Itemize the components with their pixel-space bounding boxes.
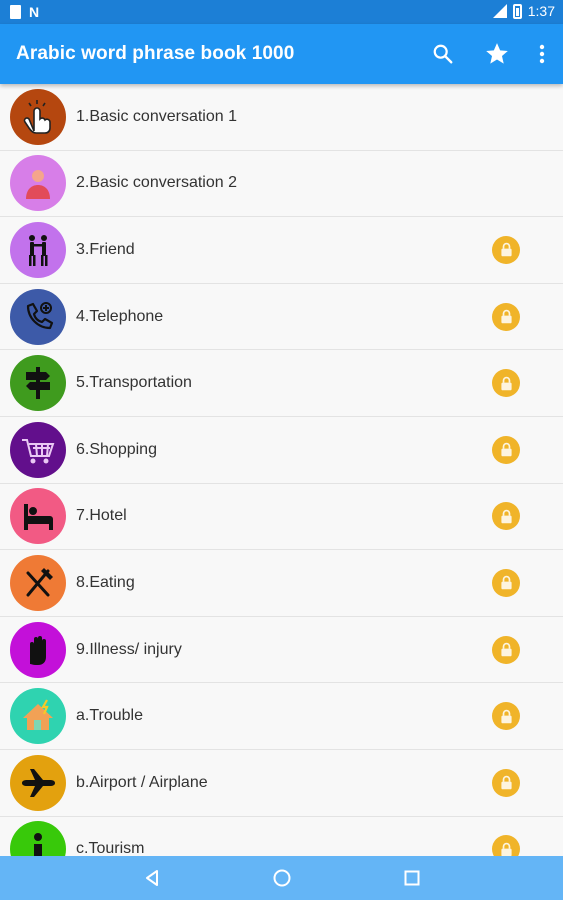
list-item-label: 5.Transportation: [76, 374, 192, 392]
lock-badge: [492, 435, 520, 464]
favorites-button[interactable]: [481, 38, 513, 70]
list-item-label: 9.Illness/ injury: [76, 640, 182, 658]
bed-icon: [10, 488, 66, 545]
list-item-label: 3.Friend: [76, 240, 135, 258]
list-item-label: 6.Shopping: [76, 440, 157, 458]
info-icon: [10, 821, 66, 856]
star-icon: [486, 43, 508, 64]
list-item[interactable]: 6.Shopping: [0, 416, 563, 484]
back-button[interactable]: [132, 858, 172, 898]
list-item-label: 2.Basic conversation 2: [76, 174, 237, 192]
more-vert-icon: [539, 44, 545, 64]
shopping-cart-icon: [10, 421, 66, 478]
lock-badge: [492, 635, 520, 664]
list-item-label: a.Trouble: [76, 707, 143, 725]
lock-badge: [492, 302, 520, 331]
app-title: Arabic word phrase book 1000: [16, 43, 295, 64]
lock-icon: [500, 309, 512, 324]
lock-icon: [500, 642, 512, 657]
list-item-label: 8.Eating: [76, 573, 135, 591]
list-item-label: 7.Hotel: [76, 507, 127, 525]
list-item-label: b.Airport / Airplane: [76, 773, 208, 791]
lock-icon: [500, 709, 512, 723]
category-list[interactable]: 1.Basic conversation 1 2.Basic conversati…: [0, 84, 563, 856]
app-bar: Arabic word phrase book 1000: [0, 24, 563, 84]
lock-badge: [492, 768, 520, 797]
house-icon: [10, 688, 66, 745]
search-icon: [433, 44, 453, 64]
home-icon: [273, 869, 290, 887]
lock-icon: [500, 376, 512, 390]
status-bar: N 1:37: [0, 0, 563, 24]
list-item[interactable]: 7.Hotel: [0, 483, 563, 551]
home-button[interactable]: [262, 858, 302, 898]
lock-icon: [500, 443, 512, 457]
lock-badge: [492, 568, 520, 597]
lock-badge: [492, 835, 520, 856]
list-item[interactable]: a.Trouble: [0, 683, 563, 750]
person-icon: [10, 155, 66, 212]
list-item[interactable]: 9.Illness/ injury: [0, 616, 563, 684]
list-item-label: 4.Telephone: [76, 307, 164, 325]
pointing-hand-icon: [10, 88, 66, 145]
signal-icon: [492, 4, 507, 18]
airplane-icon: [10, 754, 66, 811]
lock-badge: [492, 502, 520, 531]
lock-icon: [500, 243, 512, 257]
lock-icon: [500, 576, 512, 590]
list-item-label: 1.Basic conversation 1: [76, 107, 237, 125]
n-notification-icon: N: [29, 4, 40, 20]
list-item[interactable]: c.Tourism: [0, 816, 563, 856]
signpost-icon: [10, 355, 66, 412]
fork-knife-icon: [10, 554, 66, 611]
more-options-button[interactable]: [535, 38, 549, 70]
list-item[interactable]: 5.Transportation: [0, 350, 563, 417]
navigation-bar: [0, 856, 563, 900]
document-notification-icon: [10, 5, 21, 19]
list-item[interactable]: 2.Basic conversation 2: [0, 150, 563, 218]
recents-button[interactable]: [392, 858, 432, 898]
back-icon: [145, 870, 158, 886]
list-item[interactable]: 4.Telephone: [0, 283, 563, 351]
list-item-label: c.Tourism: [76, 840, 145, 856]
friends-icon: [10, 221, 66, 278]
lock-icon: [500, 776, 512, 790]
lock-badge: [492, 369, 520, 398]
list-item[interactable]: b.Airport / Airplane: [0, 749, 563, 817]
recents-icon: [404, 870, 419, 886]
lock-icon: [500, 509, 512, 524]
search-button[interactable]: [427, 38, 459, 70]
hand-icon: [10, 621, 66, 678]
list-item[interactable]: 3.Friend: [0, 217, 563, 284]
battery-icon: [512, 3, 522, 19]
status-time: 1:37: [527, 3, 555, 19]
lock-badge: [492, 235, 520, 264]
lock-icon: [500, 842, 512, 856]
telephone-icon: [10, 288, 66, 345]
list-item[interactable]: 8.Eating: [0, 550, 563, 617]
list-item[interactable]: 1.Basic conversation 1: [0, 84, 563, 151]
lock-badge: [492, 702, 520, 731]
